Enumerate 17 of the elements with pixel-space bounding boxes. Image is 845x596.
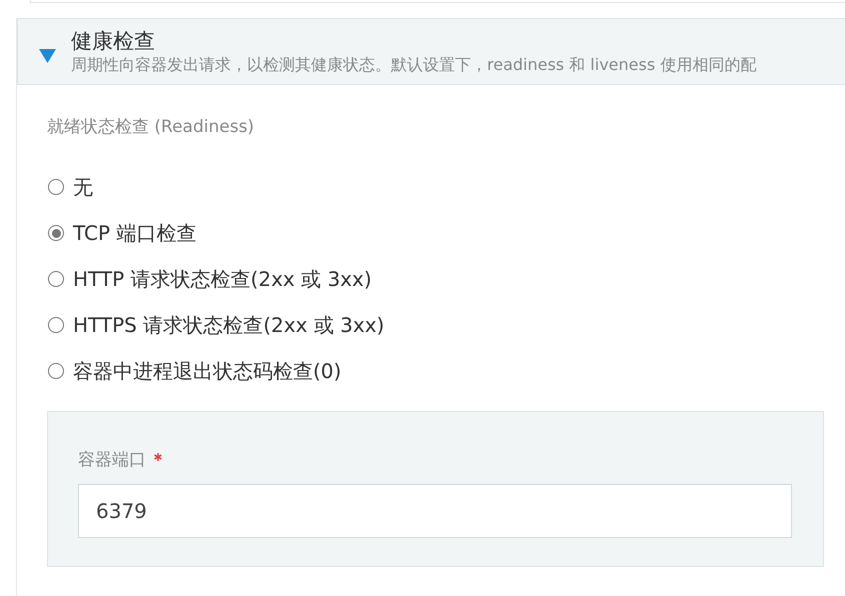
readiness-label: 就绪状态检查 (Readiness)	[47, 116, 256, 138]
radio-button[interactable]	[48, 271, 64, 287]
radio-button[interactable]	[48, 225, 64, 241]
collapse-triangle-icon[interactable]	[39, 48, 56, 62]
radio-option[interactable]: TCP 端口检查	[47, 220, 845, 246]
radio-option[interactable]: 无	[47, 174, 845, 200]
radio-option[interactable]: 容器中进程退出状态码检查(0)	[47, 358, 845, 384]
section-description: 周期性向容器发出请求，以检测其健康状态。默认设置下，readiness 和 liveness 使用相同的配	[71, 54, 756, 76]
section-header[interactable]: 健康检查 周期性向容器发出请求，以检测其健康状态。默认设置下，readiness 和 liveness 使用相同的配	[17, 18, 845, 85]
radio-button[interactable]	[48, 179, 64, 195]
section-title: 健康检查	[71, 28, 156, 54]
radio-option[interactable]: HTTP 请求状态检查(2xx 或 3xx)	[47, 266, 845, 292]
port-input-field[interactable]: 6379	[78, 484, 792, 538]
radio-button[interactable]	[48, 363, 64, 379]
radio-button[interactable]	[48, 317, 64, 333]
radio-option[interactable]: HTTPS 请求状态检查(2xx 或 3xx)	[47, 312, 845, 338]
port-label: 容器端口	[78, 449, 146, 471]
